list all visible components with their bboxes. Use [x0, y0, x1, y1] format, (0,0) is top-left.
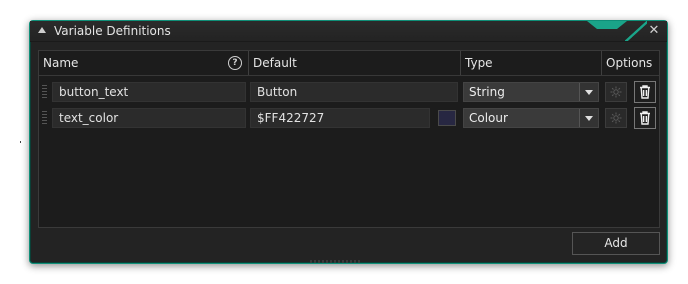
- variable-type-value: String: [469, 85, 505, 99]
- column-divider[interactable]: [460, 51, 461, 75]
- dropdown-button[interactable]: [579, 83, 598, 101]
- column-header-type: Type: [465, 56, 493, 70]
- stray-mark: [20, 141, 21, 143]
- variable-type-select[interactable]: Colour: [463, 108, 599, 128]
- table-row: Colour: [39, 106, 659, 130]
- variable-name-input[interactable]: [52, 108, 246, 128]
- variable-default-input[interactable]: [250, 108, 430, 128]
- variable-type-select[interactable]: String: [463, 82, 599, 102]
- delete-button[interactable]: [634, 81, 656, 103]
- collapse-arrow-icon[interactable]: [38, 27, 46, 33]
- table-header: Name ? Default Type Options: [39, 51, 659, 76]
- drag-handle-icon[interactable]: [42, 85, 47, 98]
- gear-icon: [610, 86, 622, 98]
- question-circle-icon[interactable]: ?: [228, 56, 242, 70]
- trash-icon: [640, 111, 650, 125]
- variable-default-input[interactable]: [250, 82, 458, 102]
- add-variable-button[interactable]: Add: [572, 232, 660, 255]
- settings-button[interactable]: [605, 108, 627, 128]
- title-bar[interactable]: Variable Definitions ✕: [30, 21, 667, 42]
- trash-icon: [640, 85, 650, 99]
- column-divider[interactable]: [601, 51, 602, 75]
- title-accent-notch: [587, 21, 627, 29]
- chevron-down-icon: [585, 90, 593, 95]
- column-header-default: Default: [253, 56, 297, 70]
- table-row: String: [39, 80, 659, 104]
- settings-button[interactable]: [605, 82, 627, 102]
- variable-type-value: Colour: [469, 111, 508, 125]
- variable-definitions-window: Variable Definitions ✕ Name ? Default Ty…: [29, 20, 668, 264]
- gear-icon: [610, 112, 622, 124]
- column-header-options: Options: [606, 56, 653, 70]
- column-divider[interactable]: [248, 51, 249, 75]
- variable-name-input[interactable]: [52, 82, 246, 102]
- delete-button[interactable]: [634, 107, 656, 129]
- drag-handle-icon[interactable]: [42, 111, 47, 124]
- dropdown-button[interactable]: [579, 109, 598, 127]
- title-accent-line: [625, 21, 647, 41]
- variables-table: Name ? Default Type Options String: [38, 50, 660, 228]
- column-header-name: Name: [43, 56, 79, 70]
- colour-swatch[interactable]: [438, 110, 456, 126]
- window-title: Variable Definitions: [54, 24, 171, 38]
- chevron-down-icon: [585, 116, 593, 121]
- close-icon[interactable]: ✕: [647, 24, 661, 38]
- resize-grip[interactable]: [310, 260, 360, 263]
